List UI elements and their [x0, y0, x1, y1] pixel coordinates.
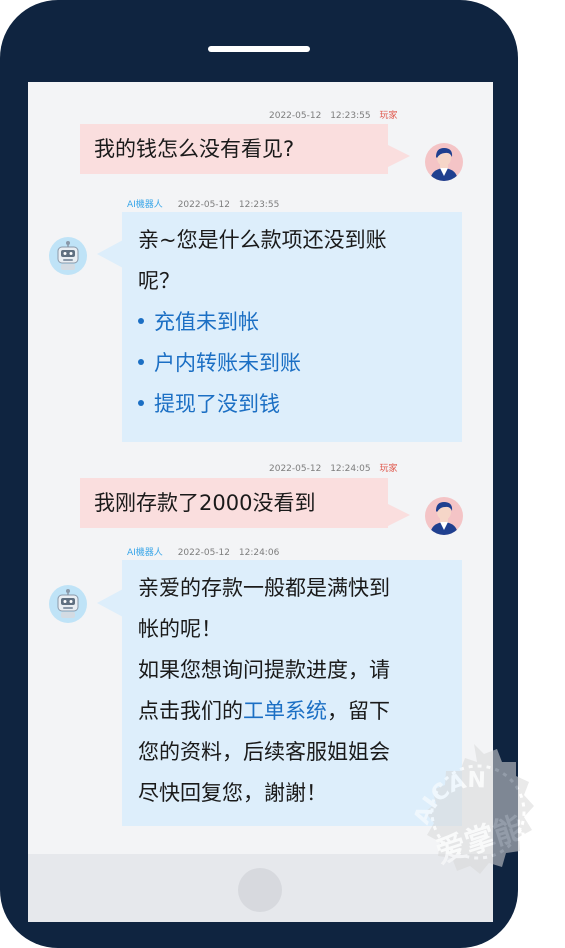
message-meta: 2022-05-12 12:24:05 玩家	[269, 461, 398, 474]
user-message-bubble: 我的钱怎么没有看见?	[80, 124, 388, 174]
user-avatar-icon	[430, 502, 458, 535]
message-text: 亲~您是什么款项还没到账	[138, 228, 387, 252]
quick-reply-option[interactable]: 提现了没到钱	[138, 384, 446, 425]
phone-speaker	[208, 46, 310, 52]
user-avatar	[425, 497, 463, 535]
message-time: 12:24:05	[330, 464, 371, 474]
bullet-icon	[138, 318, 144, 324]
option-label[interactable]: 提现了没到钱	[154, 392, 280, 416]
message-text: 帐的呢！	[138, 617, 222, 641]
user-message-bubble: 我刚存款了2000没看到	[80, 478, 388, 528]
message-time: 12:24:06	[238, 548, 280, 558]
message-meta: AI機器人 2022-05-12 12:23:55	[127, 197, 279, 210]
ticket-system-link[interactable]: 工单系统	[243, 699, 327, 723]
robot-icon	[57, 241, 79, 270]
quick-reply-option[interactable]: 户内转账未到账	[138, 343, 446, 384]
bubble-tail	[386, 144, 410, 168]
message-text: 我刚存款了2000没看到	[94, 491, 316, 515]
robot-icon	[57, 589, 79, 618]
sender-label: AI機器人	[127, 200, 163, 210]
quick-reply-option[interactable]: 充值未到帐	[138, 302, 446, 343]
user-avatar	[425, 143, 463, 181]
message-date: 2022-05-12	[177, 548, 230, 558]
message-text: 呢？	[138, 269, 180, 293]
bot-avatar	[49, 237, 87, 275]
home-button[interactable]	[238, 868, 282, 912]
message-text: 我的钱怎么没有看见?	[94, 137, 295, 161]
bullet-icon	[138, 359, 144, 365]
message-text-with-link: 点击我们的工单系统，留下	[138, 691, 446, 732]
message-meta: 2022-05-12 12:23:55 玩家	[269, 108, 398, 121]
sender-label: AI機器人	[127, 548, 163, 558]
bot-message-bubble: 亲~您是什么款项还没到账 呢？ 充值未到帐 户内转账未到账 提现了没到钱	[122, 212, 462, 442]
message-date: 2022-05-12	[269, 111, 322, 121]
bullet-icon	[138, 400, 144, 406]
option-label[interactable]: 充值未到帐	[154, 310, 259, 334]
user-avatar-icon	[430, 148, 458, 181]
bubble-tail	[97, 240, 123, 268]
watermark-stamp: AICAN 爱掌能	[410, 744, 534, 874]
message-text: 如果您想询问提款进度，请	[138, 658, 390, 682]
message-text: ，留下	[327, 699, 390, 723]
message-text: 亲爱的存款一般都是满快到	[138, 576, 390, 600]
message-text: 点击我们的	[138, 699, 243, 723]
message-time: 12:23:55	[330, 111, 371, 121]
bot-avatar	[49, 585, 87, 623]
sender-label: 玩家	[379, 111, 398, 121]
message-date: 2022-05-12	[177, 200, 230, 210]
bubble-tail	[386, 503, 410, 527]
message-date: 2022-05-12	[269, 464, 322, 474]
message-time: 12:23:55	[238, 200, 280, 210]
bubble-tail	[97, 589, 123, 617]
sender-label: 玩家	[379, 464, 398, 474]
message-meta: AI機器人 2022-05-12 12:24:06	[127, 545, 279, 558]
option-label[interactable]: 户内转账未到账	[154, 351, 301, 375]
